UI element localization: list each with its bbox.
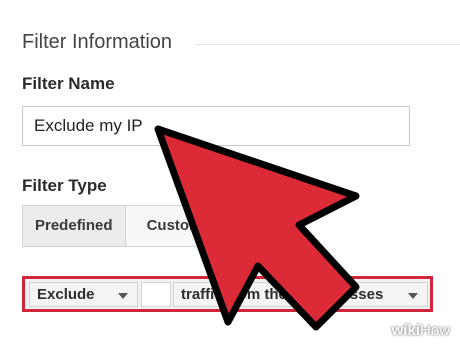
wikihow-watermark: wikiHow bbox=[392, 322, 450, 339]
watermark-wiki: wiki bbox=[391, 322, 420, 339]
watermark-how: How bbox=[419, 322, 450, 339]
pointer-arrow-icon bbox=[154, 125, 360, 331]
